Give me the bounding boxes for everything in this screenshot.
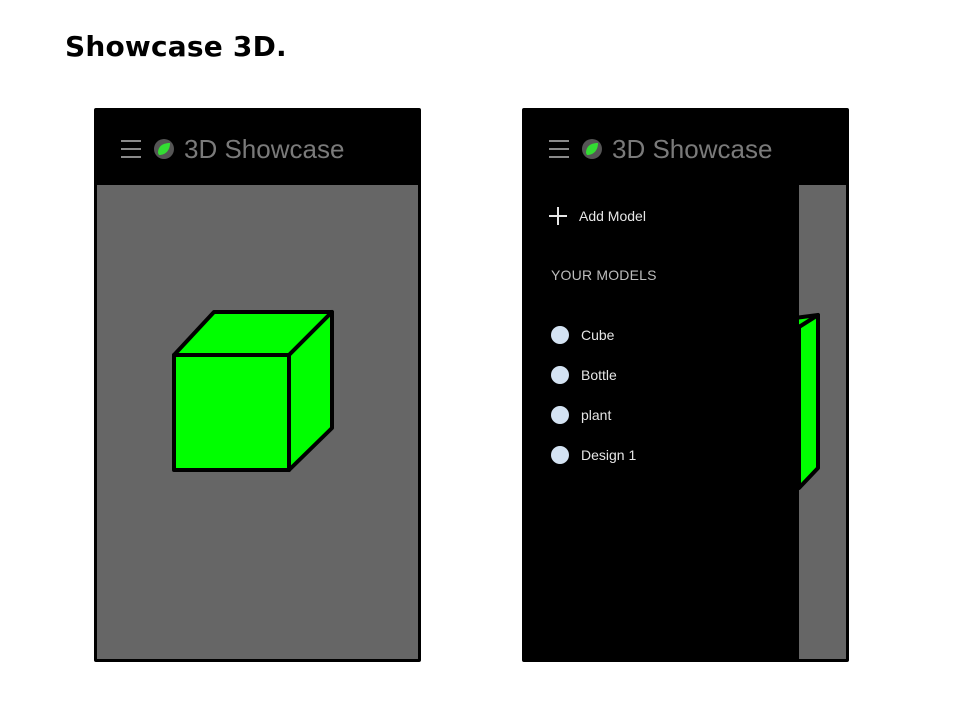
model-item-plant[interactable]: plant bbox=[551, 395, 636, 435]
plus-icon bbox=[549, 207, 567, 225]
model-item-cube[interactable]: Cube bbox=[551, 315, 636, 355]
logo-icon bbox=[582, 139, 602, 159]
add-model-button[interactable]: Add Model bbox=[549, 207, 646, 225]
logo-icon bbox=[154, 139, 174, 159]
hamburger-menu-icon[interactable] bbox=[121, 140, 141, 158]
hamburger-menu-icon[interactable] bbox=[549, 140, 569, 158]
model-dot-icon bbox=[551, 326, 569, 344]
model-label: Bottle bbox=[581, 367, 617, 383]
model-dot-icon bbox=[551, 406, 569, 424]
your-models-heading: YOUR MODELS bbox=[551, 267, 657, 283]
model-item-design-1[interactable]: Design 1 bbox=[551, 435, 636, 475]
3d-viewport[interactable] bbox=[97, 185, 418, 659]
navigation-drawer: 3D Showcase Add Model YOUR MODELS Cube B… bbox=[525, 111, 799, 659]
model-list: Cube Bottle plant Design 1 bbox=[551, 315, 636, 475]
model-label: Cube bbox=[581, 327, 615, 343]
phone-mockup-viewer: 3D Showcase bbox=[94, 108, 421, 662]
model-dot-icon bbox=[551, 446, 569, 464]
page-title: Showcase 3D. bbox=[65, 30, 287, 63]
app-title: 3D Showcase bbox=[612, 133, 773, 164]
add-model-label: Add Model bbox=[579, 208, 646, 224]
model-dot-icon bbox=[551, 366, 569, 384]
cube-model[interactable] bbox=[97, 185, 418, 659]
phone-mockup-drawer: 3D Showcase Add Model YOUR MODELS Cube B… bbox=[522, 108, 849, 662]
model-label: Design 1 bbox=[581, 447, 637, 463]
app-header: 3D Showcase bbox=[97, 111, 418, 185]
model-label: plant bbox=[581, 407, 612, 423]
model-item-bottle[interactable]: Bottle bbox=[551, 355, 636, 395]
app-title: 3D Showcase bbox=[184, 133, 345, 164]
